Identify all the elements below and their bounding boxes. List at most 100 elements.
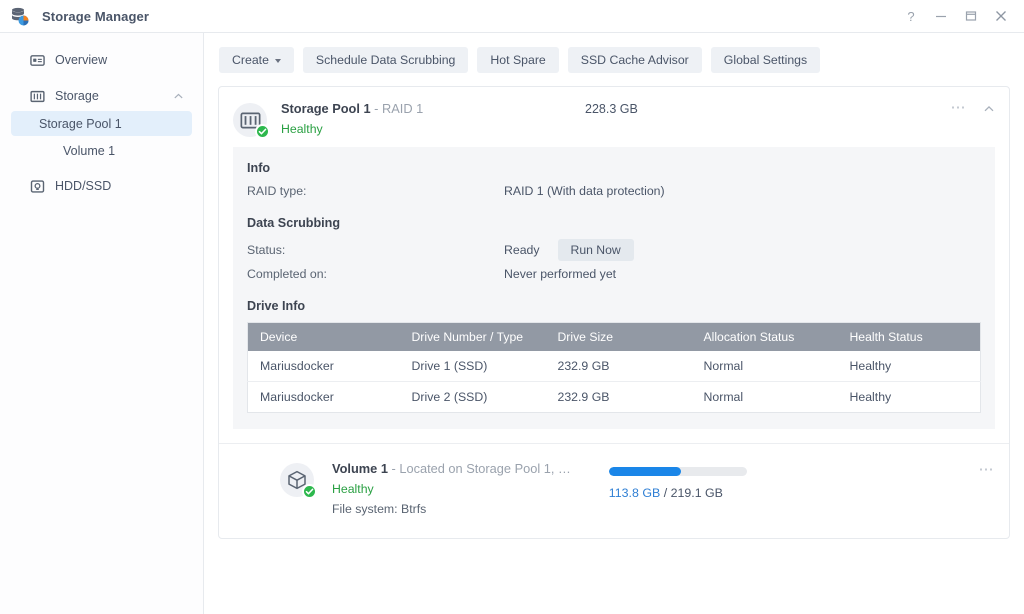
usage-used: 113.8 GB <box>608 486 661 500</box>
usage-progress-fill <box>608 467 681 476</box>
sidebar-item-volume-1[interactable]: Volume 1 <box>11 138 192 163</box>
close-icon <box>995 10 1007 22</box>
raid-type-value: RAID 1 (With data protection) <box>504 184 665 198</box>
storage-pool-actions: ⋯ <box>951 100 996 115</box>
sidebar-item-storage[interactable]: Storage <box>11 83 192 109</box>
healthy-badge-icon <box>255 124 270 139</box>
storage-icon <box>29 88 45 104</box>
drive-info-heading: Drive Info <box>247 299 306 313</box>
sidebar-item-hdd-ssd[interactable]: HDD/SSD <box>11 173 192 199</box>
data-scrubbing-heading: Data Scrubbing <box>247 216 341 230</box>
window-controls: ? <box>896 2 1016 30</box>
volume-actions: ⋯ <box>979 461 996 477</box>
minimize-icon <box>935 10 947 22</box>
volume-name: Volume 1 <box>332 461 388 476</box>
table-header-row: Device Drive Number / Type Drive Size Al… <box>247 322 981 351</box>
healthy-badge-icon <box>302 484 317 499</box>
volume-title: Volume 1 - Located on Storage Pool 1, … <box>332 461 571 476</box>
volume-location: - Located on Storage Pool 1, … <box>391 461 571 476</box>
sidebar-subitem-label: Volume 1 <box>63 143 116 158</box>
cell-drive-number-type: Drive 2 (SSD) <box>411 390 488 404</box>
sidebar-item-label: Storage <box>55 89 99 103</box>
sidebar-subitem-label: Storage Pool 1 <box>39 116 122 131</box>
storage-manager-window: Storage Manager ? Overview Storage Stora… <box>0 0 1024 614</box>
schedule-data-scrubbing-button[interactable]: Schedule Data Scrubbing <box>302 47 469 73</box>
maximize-button[interactable] <box>956 2 986 30</box>
sidebar-item-label: HDD/SSD <box>55 179 112 193</box>
column-header-device: Device <box>247 322 400 351</box>
scrub-status-value: Ready <box>504 243 540 257</box>
maximize-icon <box>965 10 977 22</box>
table-row[interactable]: Mariusdocker Drive 1 (SSD) 232.9 GB Norm… <box>247 351 981 382</box>
cell-drive-size: 232.9 GB <box>557 390 610 404</box>
info-heading: Info <box>247 161 271 175</box>
hdd-ssd-icon <box>29 178 45 194</box>
chevron-up-icon[interactable] <box>173 91 184 102</box>
storage-pool-more-menu-icon[interactable]: ⋯ <box>951 100 968 115</box>
storage-pool-name: Storage Pool 1 <box>281 101 371 116</box>
sidebar-item-overview[interactable]: Overview <box>11 47 192 73</box>
storage-pool-title: Storage Pool 1 - RAID 1 <box>281 101 581 116</box>
content-area: Create Schedule Data Scrubbing Hot Spare… <box>204 33 1024 614</box>
create-button-label: Create <box>232 53 269 67</box>
scrub-status-label: Status: <box>247 243 286 257</box>
cell-device: Mariusdocker <box>247 351 400 382</box>
app-title: Storage Manager <box>42 8 149 24</box>
cell-drive-number-type: Drive 1 (SSD) <box>399 351 546 382</box>
storage-pool-texts: Storage Pool 1 - RAID 1 Healthy <box>281 101 581 136</box>
storage-pool-raid: - RAID 1 <box>374 101 424 116</box>
minimize-button[interactable] <box>926 2 956 30</box>
volume-usage: 113.8 GB / 219.1 GB <box>608 461 747 500</box>
title-bar: Storage Manager ? <box>0 0 1024 33</box>
cell-device: Mariusdocker <box>260 390 334 404</box>
create-button[interactable]: Create <box>219 47 294 73</box>
toolbar: Create Schedule Data Scrubbing Hot Spare… <box>218 47 1010 73</box>
storage-pool-header[interactable]: Storage Pool 1 - RAID 1 Healthy 228.3 GB… <box>219 87 1009 147</box>
help-button[interactable]: ? <box>896 2 926 30</box>
scrub-completed-value: Never performed yet <box>504 267 617 281</box>
help-icon: ? <box>907 8 915 24</box>
raid-type-label: RAID type: <box>247 184 307 198</box>
cell-drive-size: 232.9 GB <box>545 351 692 382</box>
storage-manager-icon <box>9 5 31 27</box>
usage-separator: / <box>663 486 668 500</box>
sidebar-item-label: Overview <box>55 53 108 67</box>
storage-pool-info-panel: Info RAID type: RAID 1 (With data protec… <box>233 147 995 429</box>
cell-allocation-status: Normal <box>691 351 838 382</box>
usage-total: 219.1 GB <box>670 486 723 500</box>
column-header-allocation-status: Allocation Status <box>691 322 838 351</box>
cell-allocation-status: Normal <box>703 390 744 404</box>
raid-type-row: RAID type: RAID 1 (With data protection) <box>247 184 981 198</box>
usage-text: 113.8 GB / 219.1 GB <box>609 486 747 500</box>
storage-pool-card: Storage Pool 1 - RAID 1 Healthy 228.3 GB… <box>218 86 1010 539</box>
global-settings-button[interactable]: Global Settings <box>710 47 821 73</box>
usage-progress-bar <box>608 467 747 476</box>
storage-pool-icon <box>233 103 270 139</box>
sidebar: Overview Storage Storage Pool 1 Volume 1… <box>0 33 204 614</box>
storage-pool-size: 228.3 GB <box>585 102 638 116</box>
volume-status: Healthy <box>332 482 374 496</box>
close-button[interactable] <box>986 2 1016 30</box>
volume-more-menu-icon[interactable]: ⋯ <box>979 462 996 477</box>
cell-health-status: Healthy <box>849 390 892 404</box>
collapse-chevron-up-icon[interactable] <box>983 103 995 115</box>
ssd-cache-advisor-button[interactable]: SSD Cache Advisor <box>567 47 702 73</box>
scrub-completed-row: Completed on: Never performed yet <box>247 267 981 281</box>
sidebar-item-storage-pool-1[interactable]: Storage Pool 1 <box>11 111 192 136</box>
volume-filesystem: File system: Btrfs <box>332 502 427 516</box>
volume-row[interactable]: Volume 1 - Located on Storage Pool 1, … … <box>219 444 1009 538</box>
chevron-down-icon <box>274 58 281 63</box>
cell-health-status: Healthy <box>837 351 981 382</box>
scrub-completed-label: Completed on: <box>247 267 327 281</box>
overview-icon <box>29 52 45 68</box>
drive-info-table: Device Drive Number / Type Drive Size Al… <box>247 322 981 413</box>
column-header-drive-number-type: Drive Number / Type <box>399 322 546 351</box>
volume-icon <box>280 463 317 499</box>
table-row[interactable]: Mariusdocker Drive 2 (SSD) 232.9 GB Norm… <box>248 382 981 413</box>
column-header-drive-size: Drive Size <box>545 322 692 351</box>
run-now-button[interactable]: Run Now <box>557 239 634 261</box>
column-header-health-status: Health Status <box>837 322 981 351</box>
storage-pool-status: Healthy <box>281 122 323 136</box>
scrub-status-row: Status: Ready Run Now <box>247 239 981 261</box>
hot-spare-button[interactable]: Hot Spare <box>477 47 559 73</box>
